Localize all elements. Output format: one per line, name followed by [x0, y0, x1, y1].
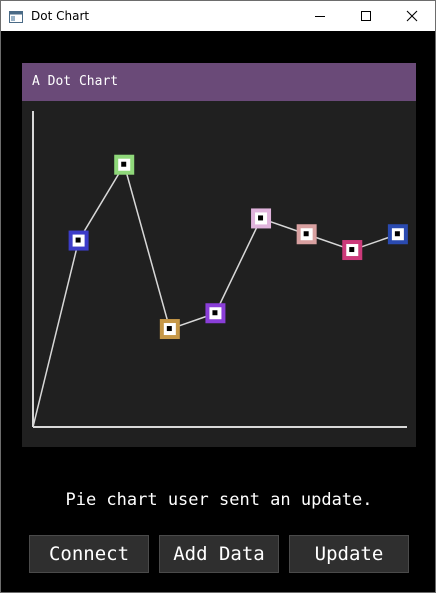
- series-line-segment: [32, 240, 80, 428]
- data-point-marker-center: [121, 161, 127, 167]
- data-point[interactable]: [342, 240, 363, 261]
- connect-button[interactable]: Connect: [29, 535, 149, 573]
- add-data-button[interactable]: Add Data: [159, 535, 279, 573]
- close-button[interactable]: [389, 1, 435, 31]
- chart-dots: [68, 154, 408, 340]
- app-window-icon: [9, 9, 23, 23]
- data-point[interactable]: [205, 303, 226, 324]
- chart-header: A Dot Chart: [22, 63, 416, 101]
- status-message: Pie chart user sent an update.: [65, 490, 373, 510]
- data-point-marker-center: [349, 247, 355, 253]
- data-point-marker-center: [258, 215, 264, 221]
- series-line-segment: [77, 164, 125, 241]
- minimize-icon: [315, 16, 325, 17]
- data-point[interactable]: [251, 208, 272, 229]
- data-point[interactable]: [387, 224, 408, 245]
- data-point-marker-center: [212, 310, 218, 316]
- chart-axes: [32, 111, 407, 428]
- data-point-marker-center: [394, 231, 400, 237]
- minimize-button[interactable]: [297, 1, 343, 31]
- data-point[interactable]: [114, 154, 135, 175]
- data-point-marker-center: [303, 231, 309, 237]
- chart-title: A Dot Chart: [32, 74, 119, 89]
- series-line-segment: [214, 218, 262, 314]
- window-title: Dot Chart: [31, 9, 90, 23]
- dot-chart-plot: [32, 111, 408, 428]
- maximize-button[interactable]: [343, 1, 389, 31]
- data-point[interactable]: [159, 319, 180, 340]
- chart-panel: A Dot Chart: [22, 63, 416, 447]
- update-button[interactable]: Update: [289, 535, 409, 573]
- chart-lines: [32, 164, 399, 428]
- series-line-segment: [123, 164, 171, 330]
- data-point[interactable]: [296, 224, 317, 245]
- maximize-icon: [361, 11, 371, 21]
- data-point-marker-center: [166, 326, 172, 332]
- close-icon: [406, 10, 418, 22]
- data-point[interactable]: [68, 230, 89, 251]
- title-bar[interactable]: Dot Chart: [1, 1, 435, 31]
- data-point-marker-center: [75, 237, 81, 243]
- app-window: Dot Chart A Dot Chart Pie chart user sen…: [0, 0, 436, 593]
